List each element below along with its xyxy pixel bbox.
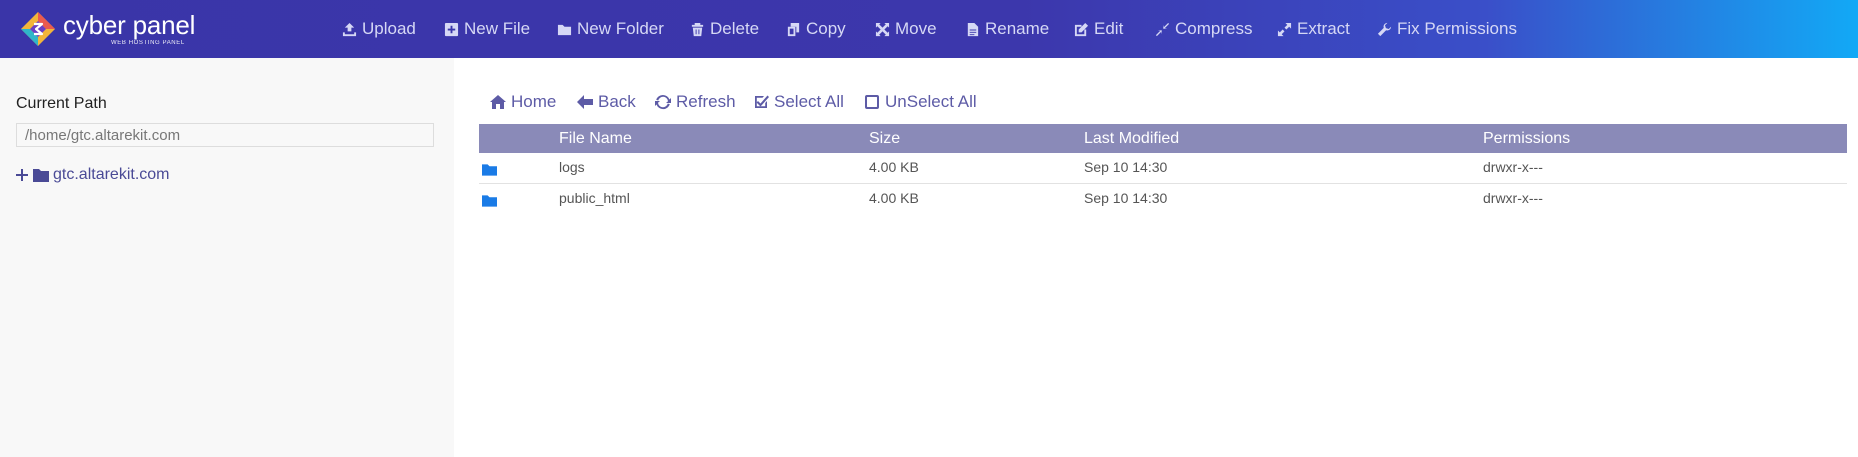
- upload-label: Upload: [362, 19, 416, 38]
- back-button[interactable]: Back: [576, 91, 636, 113]
- unselect-all-button[interactable]: UnSelect All: [863, 91, 977, 113]
- table-row[interactable]: logs 4.00 KB Sep 10 14:30 drwxr-x---: [479, 153, 1847, 184]
- column-header-permissions[interactable]: Permissions: [1483, 129, 1570, 149]
- expand-icon: [1277, 22, 1292, 36]
- move-label: Move: [895, 19, 937, 38]
- rename-label: Rename: [985, 19, 1050, 38]
- column-header-size[interactable]: Size: [869, 129, 900, 149]
- refresh-icon: [655, 94, 671, 110]
- current-path-input[interactable]: [16, 123, 434, 147]
- table-header: File Name Size Last Modified Permissions: [479, 124, 1847, 153]
- edit-icon: [1074, 22, 1089, 36]
- folder-icon: [33, 169, 49, 182]
- file-table: File Name Size Last Modified Permissions…: [479, 124, 1847, 214]
- trash-icon: [691, 22, 704, 36]
- logo-text: cyber panel WEB HOSTING PANEL: [63, 9, 213, 49]
- plus-icon: [16, 169, 28, 181]
- refresh-button[interactable]: Refresh: [654, 91, 736, 113]
- logo-tagline: WEB HOSTING PANEL: [111, 40, 185, 46]
- upload-button[interactable]: Upload: [342, 18, 416, 40]
- file-size: 4.00 KB: [869, 159, 919, 175]
- column-header-name[interactable]: File Name: [559, 129, 632, 149]
- file-size: 4.00 KB: [869, 190, 919, 206]
- select-all-button[interactable]: Select All: [752, 91, 844, 113]
- tree-item-label: gtc.altarekit.com: [53, 166, 170, 183]
- tree-item-root[interactable]: gtc.altarekit.com: [16, 165, 169, 185]
- edit-label: Edit: [1094, 19, 1124, 38]
- file-name: public_html: [559, 190, 630, 206]
- folder-icon: [482, 195, 497, 207]
- delete-button[interactable]: Delete: [690, 18, 759, 40]
- cyberpanel-logo[interactable]: cyber panel WEB HOSTING PANEL: [19, 9, 213, 49]
- arrow-left-icon: [577, 95, 593, 109]
- fix-permissions-button[interactable]: Fix Permissions: [1377, 18, 1517, 40]
- move-button[interactable]: Move: [875, 18, 937, 40]
- new-folder-button[interactable]: New Folder: [557, 18, 664, 40]
- compress-icon: [1155, 22, 1170, 36]
- back-label: Back: [598, 92, 636, 111]
- file-modified: Sep 10 14:30: [1084, 190, 1168, 206]
- home-button[interactable]: Home: [489, 91, 556, 113]
- folder-icon: [557, 24, 572, 35]
- compress-button[interactable]: Compress: [1155, 18, 1252, 40]
- home-label: Home: [511, 92, 557, 111]
- edit-button[interactable]: Edit: [1074, 18, 1123, 40]
- wrench-icon: [1377, 22, 1392, 36]
- delete-label: Delete: [710, 19, 760, 38]
- new-file-button[interactable]: New File: [444, 18, 530, 40]
- extract-label: Extract: [1297, 19, 1350, 38]
- home-icon: [490, 95, 506, 109]
- column-header-modified[interactable]: Last Modified: [1084, 129, 1179, 149]
- plus-square-icon: [444, 22, 459, 36]
- folder-icon: [482, 164, 497, 176]
- cyberpanel-logo-icon: [21, 12, 55, 46]
- copy-icon: [787, 22, 800, 36]
- unselect-all-label: UnSelect All: [885, 92, 977, 111]
- copy-button[interactable]: Copy: [786, 18, 846, 40]
- extract-button[interactable]: Extract: [1277, 18, 1350, 40]
- table-row[interactable]: public_html 4.00 KB Sep 10 14:30 drwxr-x…: [479, 184, 1847, 214]
- logo-word: cyber panel: [63, 10, 196, 40]
- new-file-label: New File: [464, 19, 531, 38]
- upload-icon: [342, 22, 357, 36]
- select-all-label: Select All: [774, 92, 844, 111]
- file-modified: Sep 10 14:30: [1084, 159, 1168, 175]
- file-text-icon: [967, 22, 979, 36]
- fix-permissions-label: Fix Permissions: [1397, 19, 1517, 38]
- file-name: logs: [559, 159, 585, 175]
- file-permissions: drwxr-x---: [1483, 159, 1543, 175]
- top-navbar: cyber panel WEB HOSTING PANEL Upload New…: [0, 0, 1858, 58]
- new-folder-label: New Folder: [577, 19, 664, 38]
- arrows-move-icon: [875, 22, 890, 36]
- refresh-label: Refresh: [676, 92, 736, 111]
- check-square-icon: [755, 95, 769, 108]
- copy-label: Copy: [806, 19, 846, 38]
- left-panel: Current Path gtc.altarekit.com: [0, 58, 454, 457]
- compress-label: Compress: [1175, 19, 1253, 38]
- rename-button[interactable]: Rename: [965, 18, 1049, 40]
- file-permissions: drwxr-x---: [1483, 190, 1543, 206]
- square-icon: [865, 95, 879, 109]
- file-nav-bar: Home Back Refresh Select All UnSelect Al…: [0, 91, 1858, 113]
